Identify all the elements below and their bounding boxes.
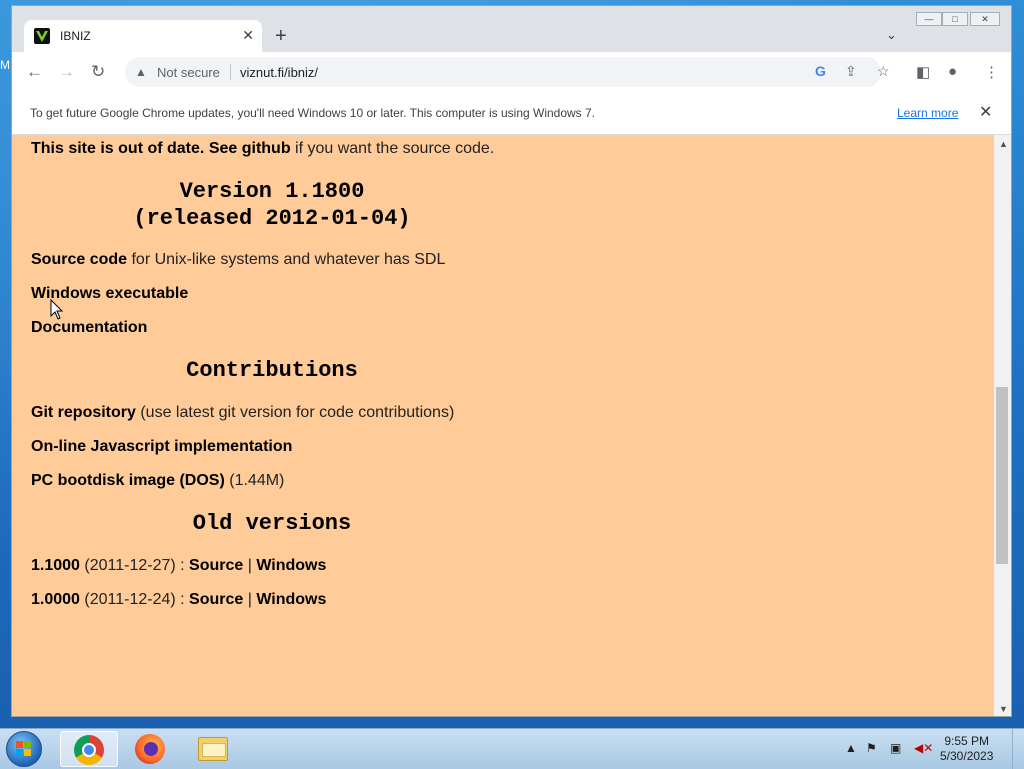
- old-version-row: 1.1000 (2011-12-27) : Source | Windows: [31, 557, 326, 575]
- new-tab-button[interactable]: +: [275, 26, 287, 46]
- google-icon[interactable]: G: [815, 63, 826, 79]
- version-heading: Version 1.1800: [179, 179, 365, 204]
- taskbar-firefox-button[interactable]: [122, 731, 180, 767]
- github-link[interactable]: See github: [209, 140, 291, 157]
- firefox-icon: [135, 734, 165, 764]
- warning-icon[interactable]: ▲: [135, 65, 147, 79]
- scrollbar-thumb[interactable]: [996, 387, 1008, 564]
- contributions-heading: Contributions: [186, 358, 358, 383]
- tab-title: IBNIZ: [60, 29, 91, 43]
- reload-icon[interactable]: ↻: [91, 62, 105, 82]
- old-source-link[interactable]: Source: [189, 557, 243, 574]
- javascript-implementation-link[interactable]: On-line Javascript implementation: [31, 438, 292, 455]
- page-content: This site is out of date. See github if …: [12, 135, 994, 716]
- js-paragraph: On-line Javascript implementation: [31, 438, 292, 456]
- window-close-button[interactable]: ✕: [970, 12, 1000, 26]
- link-separator: |: [243, 557, 257, 574]
- vertical-scrollbar[interactable]: ▲ ▼: [994, 135, 1011, 716]
- intro-paragraph: This site is out of date. See github if …: [31, 140, 494, 158]
- old-windows-link[interactable]: Windows: [256, 591, 326, 608]
- action-center-flag-icon[interactable]: ⚑: [866, 741, 877, 755]
- source-rest: for Unix-like systems and whatever has S…: [127, 251, 446, 268]
- file-explorer-icon: [198, 737, 228, 761]
- back-arrow-icon[interactable]: ←: [26, 62, 43, 82]
- chrome-window: IBNIZ ✕ + ⌄ — □ ✕ ← → ↻ ▲ Not secure viz…: [11, 5, 1012, 717]
- git-rest: (use latest git version for code contrib…: [135, 404, 455, 421]
- toolbar: ← → ↻ ▲ Not secure viznut.fi/ibniz/ G ⇪ …: [12, 52, 1011, 92]
- tab-strip: IBNIZ ✕ + ⌄ — □ ✕: [12, 6, 1011, 52]
- ibniz-favicon-icon: [34, 28, 50, 44]
- out-of-date-text: This site is out of date.: [31, 140, 205, 157]
- windows-start-icon[interactable]: [6, 731, 42, 767]
- address-separator: [230, 64, 231, 80]
- system-clock[interactable]: 9:55 PM 5/30/2023: [940, 734, 993, 764]
- release-heading: (released 2012-01-04): [133, 206, 411, 231]
- old-version-date: (2011-12-24) :: [79, 591, 190, 608]
- mouse-cursor-icon: [50, 299, 64, 320]
- git-repository-link[interactable]: Git repository: [31, 404, 136, 421]
- documentation-link[interactable]: Documentation: [31, 319, 147, 336]
- tab-close-icon[interactable]: ✕: [242, 27, 254, 44]
- bootdisk-link[interactable]: PC bootdisk image (DOS): [31, 472, 225, 489]
- scroll-up-arrow-icon[interactable]: ▲: [999, 139, 1008, 149]
- profile-icon[interactable]: ●: [948, 63, 957, 80]
- desktop-edge-text: M: [0, 58, 10, 72]
- show-desktop-button[interactable]: [1012, 729, 1024, 769]
- taskbar-chrome-button[interactable]: [60, 731, 118, 767]
- share-icon[interactable]: ⇪: [845, 63, 857, 80]
- bootdisk-paragraph: PC bootdisk image (DOS) (1.44M): [31, 472, 284, 490]
- forward-arrow-icon[interactable]: →: [58, 62, 75, 82]
- old-source-link[interactable]: Source: [189, 591, 243, 608]
- intro-rest: if you want the source code.: [290, 140, 495, 157]
- side-panel-icon[interactable]: ◧: [916, 63, 930, 81]
- chrome-icon: [74, 735, 104, 765]
- bootdisk-rest: (1.44M): [224, 472, 285, 489]
- volume-muted-icon[interactable]: ◀✕: [914, 741, 933, 755]
- old-version-number: 1.1000: [31, 557, 80, 574]
- maximize-button[interactable]: □: [942, 12, 968, 26]
- update-infobar: To get future Google Chrome updates, you…: [12, 92, 1011, 135]
- show-hidden-icons-icon[interactable]: ▲: [845, 741, 857, 755]
- infobar-message: To get future Google Chrome updates, you…: [30, 106, 596, 120]
- source-paragraph: Source code for Unix-like systems and wh…: [31, 251, 445, 269]
- git-paragraph: Git repository (use latest git version f…: [31, 404, 454, 422]
- taskbar: ▲ ⚑ ▣ ◀✕ 9:55 PM 5/30/2023: [0, 728, 1024, 769]
- old-version-number: 1.0000: [31, 591, 80, 608]
- source-code-link[interactable]: Source code: [31, 251, 127, 268]
- minimize-button[interactable]: —: [916, 12, 942, 26]
- infobar-close-icon[interactable]: ✕: [979, 102, 992, 122]
- clock-time: 9:55 PM: [944, 734, 990, 748]
- link-separator: |: [243, 591, 257, 608]
- network-icon[interactable]: ▣: [890, 741, 901, 755]
- old-versions-heading: Old versions: [192, 511, 352, 536]
- learn-more-link[interactable]: Learn more: [897, 106, 958, 120]
- documentation-paragraph: Documentation: [31, 319, 147, 337]
- tab-search-chevron-icon[interactable]: ⌄: [886, 27, 897, 43]
- windows-flag-icon: [16, 741, 32, 757]
- old-version-date: (2011-12-27) :: [79, 557, 190, 574]
- scroll-down-arrow-icon[interactable]: ▼: [999, 704, 1008, 714]
- old-windows-link[interactable]: Windows: [256, 557, 326, 574]
- url-text[interactable]: viznut.fi/ibniz/: [240, 65, 318, 80]
- address-bar[interactable]: ▲ Not secure viznut.fi/ibniz/ G ⇪ ☆: [125, 57, 890, 87]
- kebab-menu-icon[interactable]: ⋮: [984, 63, 999, 81]
- tab-ibniz[interactable]: IBNIZ ✕: [24, 20, 262, 52]
- old-version-row: 1.0000 (2011-12-24) : Source | Windows: [31, 591, 326, 609]
- star-icon[interactable]: ☆: [877, 63, 890, 80]
- security-label[interactable]: Not secure: [157, 65, 220, 80]
- clock-date: 5/30/2023: [940, 749, 994, 763]
- taskbar-explorer-button[interactable]: [184, 731, 242, 767]
